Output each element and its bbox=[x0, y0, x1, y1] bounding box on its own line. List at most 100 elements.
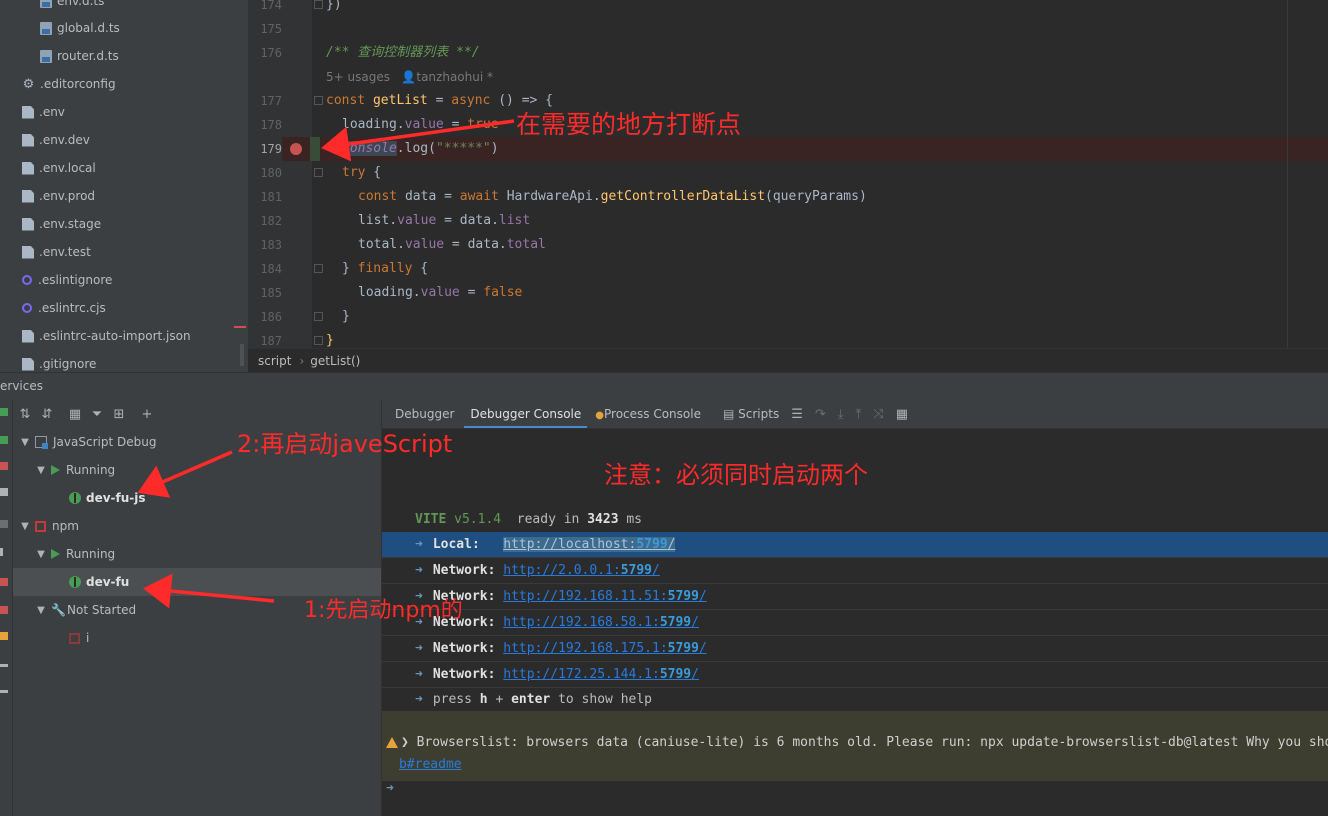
code-line: console.log("*****") bbox=[342, 141, 499, 156]
network-url-link[interactable]: http://192.168.58.1:5799/ bbox=[503, 615, 699, 630]
tree-file[interactable]: .env.local bbox=[22, 154, 96, 182]
pause-icon[interactable] bbox=[0, 548, 3, 556]
new-tab-icon[interactable]: ⊞ bbox=[109, 404, 129, 424]
expand-arrow-icon[interactable]: ❯ bbox=[401, 735, 409, 750]
breadcrumb-item[interactable]: script bbox=[258, 354, 291, 368]
npm-icon bbox=[35, 520, 46, 532]
process-console-icon: ● bbox=[595, 410, 604, 421]
tree-file[interactable]: global.d.ts bbox=[40, 14, 120, 42]
code-line: total.value = data.total bbox=[358, 237, 546, 252]
code-line: loading.value = false bbox=[358, 285, 523, 300]
network-url-link[interactable]: http://2.0.0.1:5799/ bbox=[503, 563, 660, 578]
add-service-icon[interactable]: + bbox=[137, 404, 157, 424]
line-number: 178 bbox=[260, 118, 282, 132]
breadcrumb-item[interactable]: getList() bbox=[310, 354, 360, 368]
console-line-network: ➜ Network: http://192.168.58.1:5799/ bbox=[382, 610, 1328, 636]
javascript-debug-icon bbox=[35, 436, 48, 449]
scrollbar-thumb[interactable] bbox=[240, 344, 244, 366]
network-url-link[interactable]: http://172.25.144.1:5799/ bbox=[503, 667, 699, 682]
tree-file[interactable]: env.d.ts bbox=[40, 0, 104, 15]
expand-all-icon[interactable]: ⇅ bbox=[15, 404, 35, 424]
fold-icon[interactable] bbox=[314, 96, 323, 105]
line-number: 182 bbox=[260, 214, 282, 228]
tree-file[interactable]: .eslintrc-auto-import.json bbox=[22, 322, 191, 350]
line-number: 176 bbox=[260, 46, 282, 60]
menu-icon[interactable]: ☰ bbox=[785, 407, 809, 422]
console-output[interactable]: VITE v5.1.4 ready in 3423 ms ➜ Local: htt… bbox=[382, 429, 1328, 816]
chevron-down-icon[interactable]: ▼ bbox=[19, 437, 31, 448]
readme-link[interactable]: b#readme bbox=[399, 757, 462, 772]
group-by-icon[interactable]: ▦ bbox=[65, 404, 85, 424]
layout-icon[interactable] bbox=[0, 664, 8, 667]
console-line-network: ➜ Network: http://192.168.175.1:5799/ bbox=[382, 636, 1328, 662]
breakpoint-icon[interactable] bbox=[290, 143, 302, 155]
tree-node-dev-fu-js[interactable]: dev-fu-js bbox=[13, 484, 437, 512]
fold-icon[interactable] bbox=[314, 168, 323, 177]
file-icon bbox=[22, 189, 34, 203]
tree-file[interactable]: .eslintrc.cjs bbox=[22, 294, 106, 322]
restart-icon[interactable] bbox=[0, 488, 8, 496]
more-icon[interactable] bbox=[0, 690, 8, 693]
console-line-network: ➜ Network: http://2.0.0.1:5799/ bbox=[382, 558, 1328, 584]
tree-file[interactable]: router.d.ts bbox=[40, 42, 119, 70]
stop-icon[interactable] bbox=[0, 462, 8, 470]
chevron-down-icon[interactable]: ▼ bbox=[35, 465, 47, 476]
chevron-down-icon[interactable]: ▼ bbox=[35, 549, 47, 560]
debug-icon[interactable] bbox=[0, 436, 8, 444]
local-url-link[interactable]: http://localhost:5799/ bbox=[503, 537, 676, 552]
annotation-must-both: 注意：必须同时启动两个 bbox=[604, 461, 868, 489]
rerun-icon[interactable] bbox=[0, 408, 8, 416]
collapse-all-icon[interactable]: ⇵ bbox=[37, 404, 57, 424]
evaluate-icon[interactable]: ▦ bbox=[890, 407, 914, 422]
fold-icon[interactable] bbox=[314, 312, 323, 321]
debugger-tabs: Debugger Debugger Console ●Process Conso… bbox=[382, 400, 1328, 429]
line-number: 183 bbox=[260, 238, 282, 252]
tree-file[interactable]: .env.stage bbox=[22, 210, 101, 238]
step-into-icon[interactable]: ⤓ bbox=[832, 407, 850, 422]
tree-file[interactable]: .env bbox=[22, 98, 65, 126]
tree-file[interactable]: ⚙ .editorconfig bbox=[22, 70, 116, 98]
tab-process-console[interactable]: ●Process Console bbox=[589, 400, 707, 428]
tree-file[interactable]: .env.dev bbox=[22, 126, 90, 154]
fold-icon[interactable] bbox=[314, 0, 323, 9]
mute-breakpoints-icon[interactable] bbox=[0, 606, 8, 614]
inlay-hint[interactable]: 5+ usages 👤tanzhaohui * bbox=[326, 65, 493, 89]
eslint-icon bbox=[22, 303, 32, 313]
chevron-down-icon[interactable]: ▼ bbox=[35, 605, 47, 616]
fold-icon[interactable] bbox=[314, 336, 323, 345]
code-editor[interactable]: 174 175 176 177 178 179 180 181 182 183 … bbox=[248, 0, 1328, 348]
code-line: const data = await HardwareApi.getContro… bbox=[358, 189, 867, 204]
run-icon bbox=[51, 465, 60, 475]
tree-node-npm[interactable]: ▼ npm bbox=[13, 512, 387, 540]
resume-icon[interactable] bbox=[0, 520, 8, 528]
network-url-link[interactable]: http://192.168.175.1:5799/ bbox=[503, 641, 707, 656]
breadcrumb-separator: › bbox=[299, 354, 305, 368]
line-number: 186 bbox=[260, 310, 282, 324]
tab-debugger-console[interactable]: Debugger Console bbox=[464, 400, 588, 428]
services-side-toolbar bbox=[0, 400, 13, 816]
tree-file[interactable]: .gitignore bbox=[22, 350, 96, 372]
tree-file[interactable]: .eslintignore bbox=[22, 266, 112, 294]
console-prompt[interactable]: ➜ bbox=[386, 781, 394, 796]
tree-node-running[interactable]: ▼ Running bbox=[13, 456, 403, 484]
code-line: } bbox=[342, 309, 350, 324]
run-to-cursor-icon[interactable]: ⤨ bbox=[867, 407, 889, 422]
code-line: }) bbox=[326, 0, 342, 12]
filter-icon[interactable]: ⏷ bbox=[87, 404, 107, 424]
step-over-icon[interactable]: ↷ bbox=[809, 407, 832, 422]
network-url-link[interactable]: http://192.168.11.51:5799/ bbox=[503, 589, 707, 604]
step-out-icon[interactable]: ⤒ bbox=[850, 407, 868, 422]
console-line-vite: VITE v5.1.4 ready in 3423 ms bbox=[415, 512, 643, 527]
chevron-down-icon[interactable]: ▼ bbox=[19, 521, 31, 532]
tree-node-running[interactable]: ▼ Running bbox=[13, 540, 403, 568]
tree-file[interactable]: .env.prod bbox=[22, 182, 95, 210]
eslint-icon bbox=[22, 275, 32, 285]
tab-scripts[interactable]: ▤ Scripts bbox=[717, 400, 785, 428]
line-number: 187 bbox=[260, 334, 282, 348]
line-number: 174 bbox=[260, 0, 282, 12]
fold-icon[interactable] bbox=[314, 264, 323, 273]
tree-file[interactable]: .env.test bbox=[22, 238, 91, 266]
view-breakpoints-icon[interactable] bbox=[0, 578, 8, 586]
tree-node-i[interactable]: i bbox=[13, 624, 437, 652]
settings-icon[interactable] bbox=[0, 632, 8, 640]
